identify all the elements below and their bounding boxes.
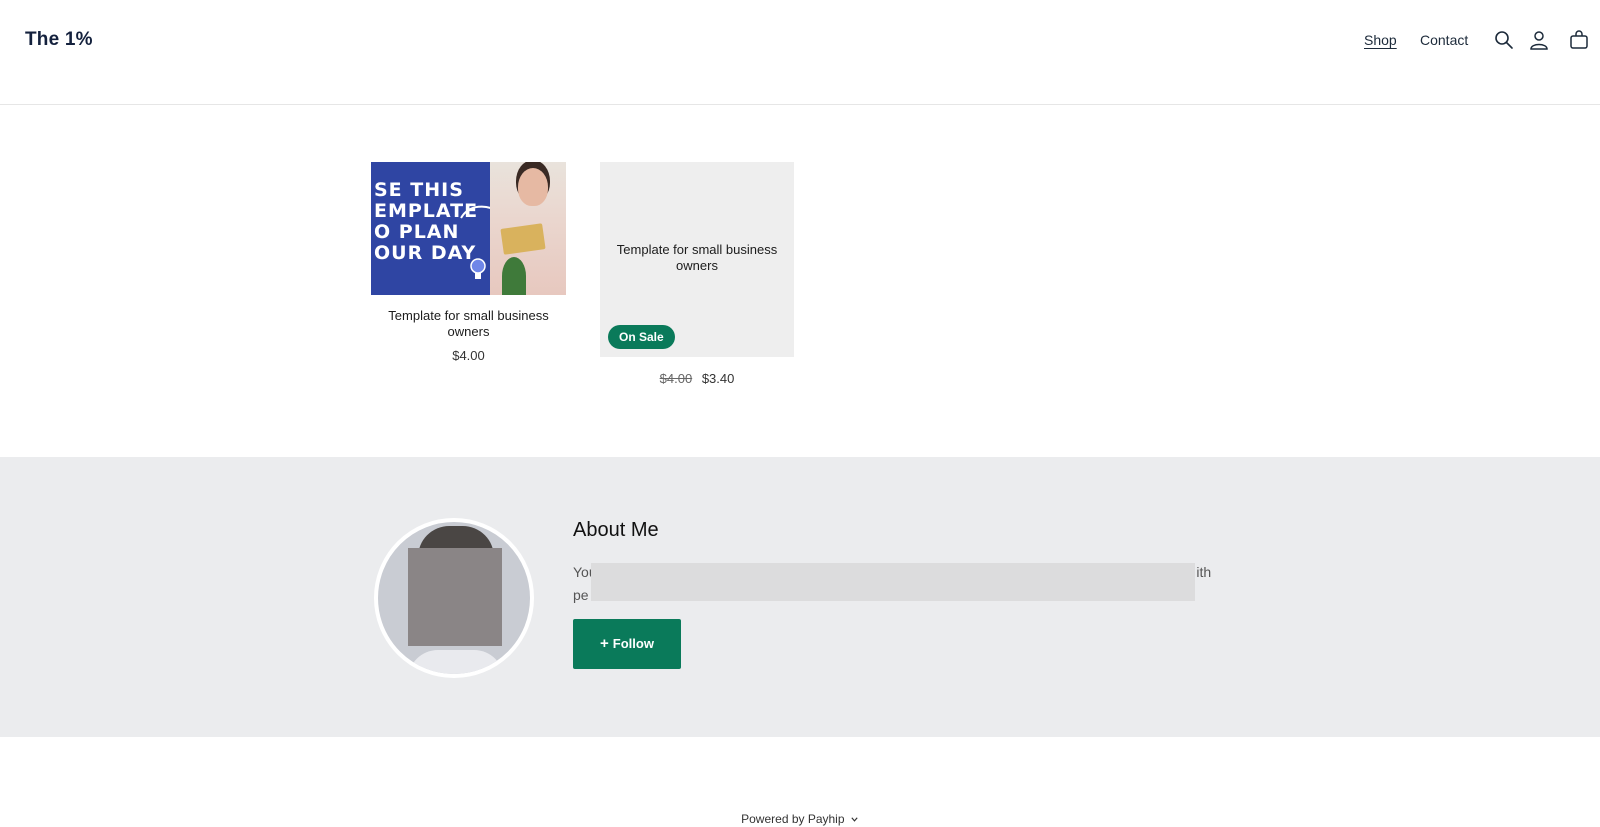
about-text-line2: pe: [573, 587, 589, 603]
old-price: $4.00: [659, 371, 693, 386]
chevron-down-icon: [851, 817, 858, 823]
follow-label: Follow: [612, 636, 654, 651]
lightbulb-icon: [470, 258, 486, 279]
nav-contact[interactable]: Contact: [1420, 32, 1468, 48]
search-icon[interactable]: [1493, 29, 1515, 51]
product-thumbnail-placeholder[interactable]: Template for small business owners On Sa…: [600, 162, 794, 357]
avatar-shirt: [408, 650, 504, 674]
follow-button[interactable]: + Follow: [573, 619, 681, 669]
avatar: [374, 518, 534, 678]
site-header: The 1% Shop Contact: [0, 0, 1600, 105]
product-card[interactable]: Template for small business owners On Sa…: [600, 162, 794, 386]
plant-shape: [502, 257, 526, 295]
product-photo: [490, 162, 566, 295]
powered-by-label: Powered by Payhip: [741, 812, 845, 826]
site-logo[interactable]: The 1%: [25, 29, 93, 51]
plus-icon: +: [600, 635, 609, 652]
cart-icon[interactable]: [1568, 29, 1590, 51]
account-icon[interactable]: [1528, 29, 1550, 51]
redacted-text-block: [591, 563, 1195, 601]
sale-badge: On Sale: [608, 325, 675, 349]
product-title[interactable]: Template for small business owners: [371, 308, 566, 340]
person-head: [518, 168, 548, 206]
powered-by[interactable]: Powered by Payhip: [0, 812, 1600, 826]
product-prices: $4.00 $3.40: [600, 371, 794, 386]
product-price: $4.00: [452, 348, 485, 363]
product-thumbnail[interactable]: SE THIS EMPLATE O PLAN OUR DAY: [371, 162, 566, 295]
avatar-face-blur: [408, 548, 502, 646]
about-text-end: ith: [1196, 564, 1212, 580]
product-card[interactable]: SE THIS EMPLATE O PLAN OUR DAY Template …: [371, 162, 566, 363]
nav-shop[interactable]: Shop: [1364, 32, 1397, 48]
sale-price: $3.40: [701, 371, 735, 386]
about-title: About Me: [573, 519, 659, 541]
book-shape: [500, 223, 546, 255]
thumbnail-title: Template for small business owners: [616, 242, 778, 273]
